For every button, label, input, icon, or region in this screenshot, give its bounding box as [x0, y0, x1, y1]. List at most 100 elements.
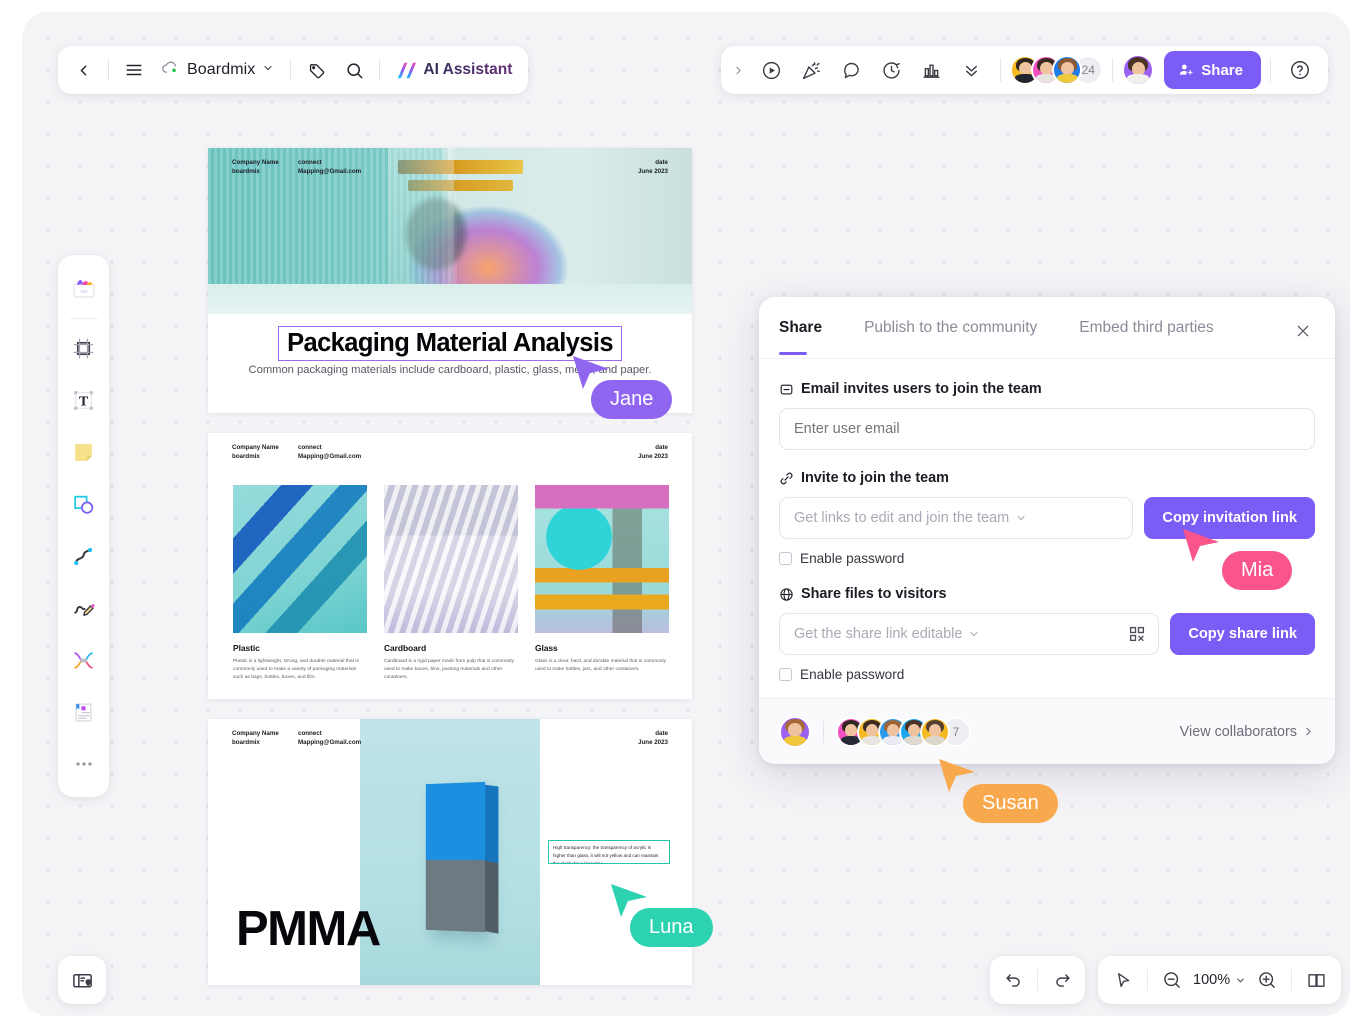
present-button[interactable]: [751, 50, 791, 90]
date-value: June 2023: [638, 453, 668, 461]
collaborator-list[interactable]: 7: [779, 715, 971, 748]
zoom-out-button[interactable]: [1155, 962, 1189, 998]
connect-value: Mapping@Gmail.com: [298, 453, 362, 461]
share-link-select-value: Get the share link editable: [794, 626, 963, 642]
divider: [1112, 58, 1114, 82]
pmma-note[interactable]: High transparency: the transparency of a…: [548, 840, 670, 864]
slide-pmma[interactable]: Company Name boardmix connect Mapping@Gmai…: [208, 719, 692, 985]
shapes-tool[interactable]: [64, 484, 104, 524]
timer-button[interactable]: [871, 50, 911, 90]
copy-invitation-link-button[interactable]: Copy invitation link: [1144, 497, 1315, 539]
zoom-level-value: 100%: [1193, 972, 1231, 988]
visitors-enable-password-checkbox[interactable]: [779, 668, 792, 681]
qr-code-icon[interactable]: [1128, 625, 1146, 643]
text-tool[interactable]: T: [64, 380, 104, 420]
tab-publish-community[interactable]: Publish to the community: [864, 319, 1037, 355]
share-dialog[interactable]: Share Publish to the community Embed thi…: [759, 297, 1335, 764]
ai-assistant-button[interactable]: AI Assistant: [386, 51, 522, 89]
slide1-subtitle[interactable]: Common packaging materials include cardb…: [208, 364, 692, 376]
svg-text:T: T: [79, 393, 89, 409]
card-title: Plastic: [233, 643, 260, 653]
invite-enable-password-checkbox[interactable]: [779, 552, 792, 565]
current-user-avatar[interactable]: [1122, 54, 1155, 86]
section-label-text: Share files to visitors: [801, 586, 947, 602]
pages-button[interactable]: [1299, 962, 1333, 998]
avatar[interactable]: [1052, 55, 1083, 85]
slide-materials[interactable]: Company Name boardmix connect Mapping@Gmai…: [208, 433, 692, 699]
minimap-button[interactable]: [58, 956, 106, 1004]
connect-value: Mapping@Gmail.com: [298, 739, 362, 747]
hamburger-menu-button[interactable]: [115, 51, 153, 89]
material-card[interactable]: Cardboard Cardboard is a rigid paper mad…: [384, 485, 518, 682]
redo-button[interactable]: [1045, 962, 1079, 998]
collaborator-avatars[interactable]: 24: [1010, 55, 1104, 85]
slide1-title[interactable]: Packaging Material Analysis: [278, 326, 622, 361]
tab-share[interactable]: Share: [779, 319, 822, 355]
expand-toolbar-button[interactable]: [725, 50, 751, 90]
undo-button[interactable]: [996, 962, 1030, 998]
share-link-select[interactable]: Get the share link editable: [779, 613, 1160, 655]
collaborator-avatars[interactable]: 7: [836, 716, 971, 747]
frame-tool[interactable]: [64, 328, 104, 368]
connector-tool[interactable]: [64, 536, 104, 576]
material-card[interactable]: Plastic Plastic is a lightweight, strong…: [233, 485, 367, 682]
help-button[interactable]: [1280, 50, 1320, 90]
ai-logo-icon: [396, 61, 417, 80]
date-value: June 2023: [638, 168, 668, 176]
more-tools-button[interactable]: [951, 50, 991, 90]
plastic-image: [233, 485, 367, 633]
chevron-right-icon: [1302, 725, 1315, 738]
select-tool-button[interactable]: [1106, 962, 1140, 998]
pmma-title[interactable]: PMMA: [236, 901, 381, 957]
more-tools[interactable]: [64, 744, 104, 784]
tag-button[interactable]: [297, 51, 335, 89]
mindmap-tool[interactable]: [64, 640, 104, 680]
vote-chart-button[interactable]: [911, 50, 951, 90]
left-tool-rail: T: [58, 255, 109, 797]
comment-button[interactable]: [831, 50, 871, 90]
material-card[interactable]: Glass Glass is a clear, hard, and durabl…: [535, 485, 669, 682]
party-popper-button[interactable]: [791, 50, 831, 90]
board-canvas[interactable]: Company Name boardmix connect Mapping@Gmai…: [22, 12, 1350, 1016]
section-label-text: Email invites users to join the team: [801, 381, 1042, 397]
email-input[interactable]: [779, 408, 1315, 450]
back-button[interactable]: [64, 51, 102, 89]
divider: [69, 318, 98, 319]
date-label: date: [655, 730, 668, 737]
divider: [108, 59, 109, 81]
slide-title[interactable]: Company Name boardmix connect Mapping@Gmai…: [208, 148, 692, 413]
search-button[interactable]: [335, 51, 373, 89]
pen-tool[interactable]: [64, 588, 104, 628]
date-label: date: [655, 159, 668, 166]
chevron-down-icon: [262, 61, 274, 79]
glass-image: [535, 485, 669, 633]
close-dialog-button[interactable]: [1291, 319, 1315, 343]
document-tool[interactable]: [64, 692, 104, 732]
card-desc: Plastic is a lightweight, strong, and du…: [233, 659, 359, 681]
divider: [1270, 58, 1271, 82]
sticky-note-tool[interactable]: [64, 432, 104, 472]
cloud-icon: [161, 58, 180, 82]
app-root: Company Name boardmix connect Mapping@Gmai…: [0, 0, 1372, 1028]
zoom-toolbar: 100%: [1098, 956, 1342, 1004]
slide1-title-wrap: Packaging Material Analysis: [208, 326, 692, 361]
invite-enable-password-row[interactable]: Enable password: [779, 551, 1315, 566]
share-button[interactable]: Share: [1164, 51, 1261, 89]
connect-label: connect: [298, 730, 322, 737]
copy-share-link-button[interactable]: Copy share link: [1170, 613, 1315, 655]
owner-avatar[interactable]: [779, 715, 811, 748]
avatar[interactable]: [920, 716, 950, 747]
divider: [1000, 58, 1002, 82]
section-label-text: Invite to join the team: [801, 470, 949, 486]
view-collaborators-link[interactable]: View collaborators: [1180, 724, 1315, 740]
link-icon: [779, 471, 794, 486]
date-label: date: [655, 444, 668, 451]
connect-label: connect: [298, 444, 322, 451]
invite-link-select[interactable]: Get links to edit and join the team: [779, 497, 1134, 539]
templates-tool[interactable]: [64, 268, 104, 308]
visitors-enable-password-row[interactable]: Enable password: [779, 667, 1315, 682]
tab-embed-third-parties[interactable]: Embed third parties: [1079, 319, 1213, 355]
zoom-level-dropdown[interactable]: 100%: [1189, 972, 1250, 988]
zoom-in-button[interactable]: [1250, 962, 1284, 998]
document-name-dropdown[interactable]: Boardmix: [153, 51, 284, 89]
